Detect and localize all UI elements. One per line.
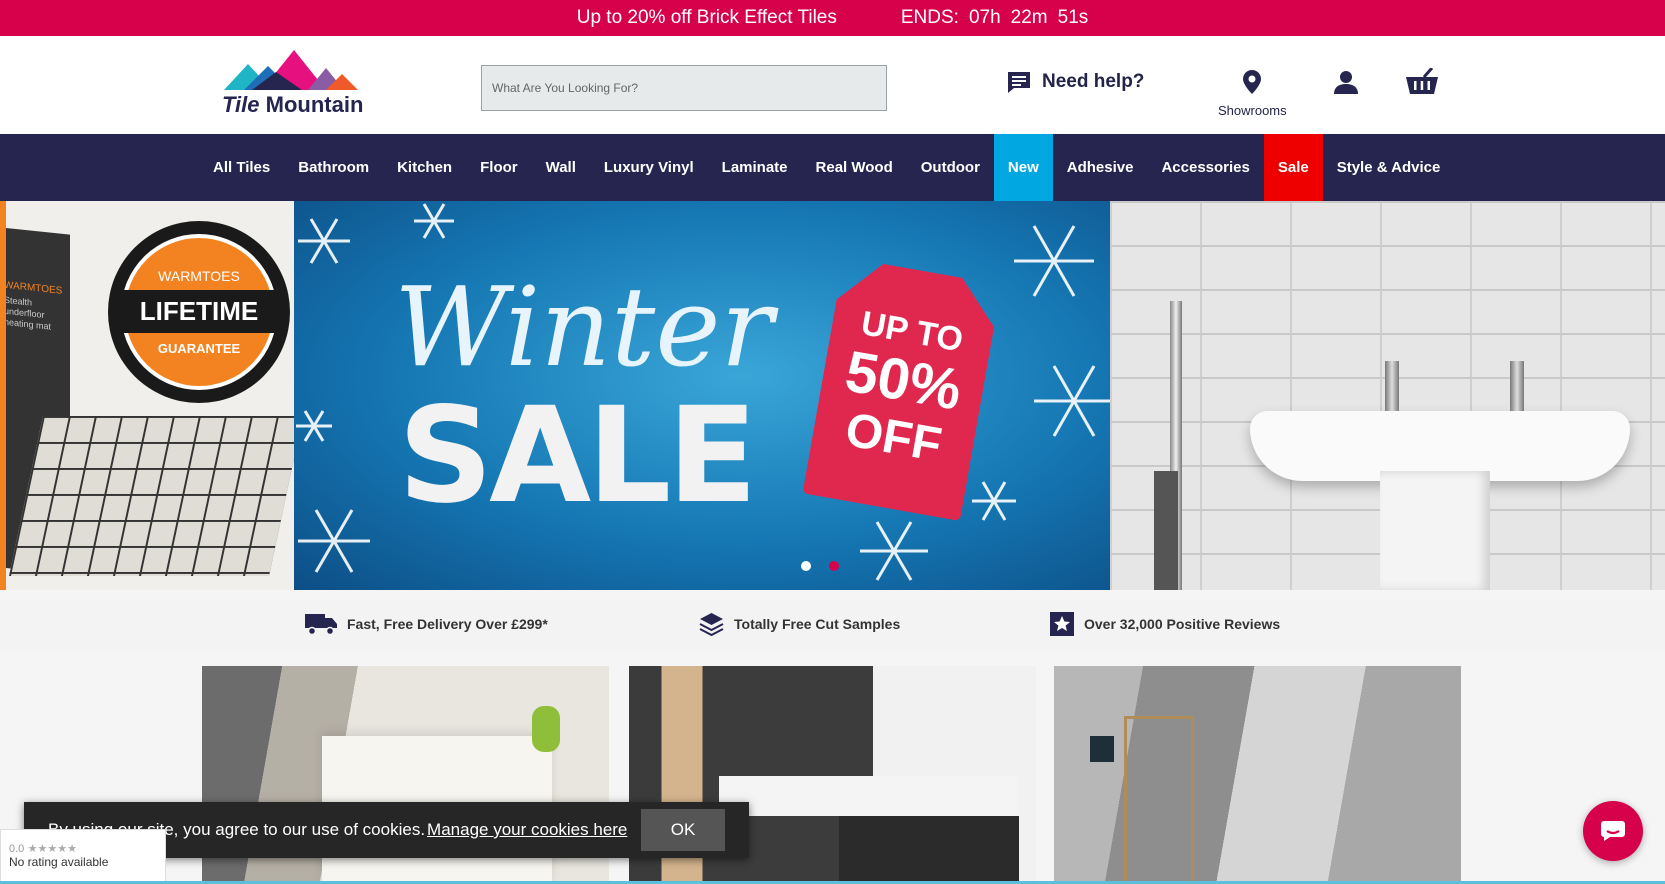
usp-samples[interactable]: Totally Free Cut Samples bbox=[699, 612, 900, 636]
promo-text[interactable]: Up to 20% off Brick Effect Tiles bbox=[577, 7, 837, 29]
main-nav: All Tiles Bathroom Kitchen Floor Wall Lu… bbox=[0, 134, 1665, 201]
nav-outdoor[interactable]: Outdoor bbox=[907, 134, 994, 201]
towel bbox=[1154, 471, 1178, 590]
pedestal bbox=[1380, 471, 1490, 590]
manage-cookies-link[interactable]: Manage your cookies here bbox=[427, 820, 627, 840]
need-help-label: Need help? bbox=[1042, 71, 1145, 92]
carousel-dots bbox=[801, 561, 839, 571]
badge-main: LIFETIME bbox=[113, 290, 285, 333]
slide-winter-sale[interactable]: Winter SALE UP TO 50% OFF bbox=[294, 201, 1110, 590]
countdown-label: ENDS: bbox=[900, 7, 959, 28]
usp-delivery[interactable]: Fast, Free Delivery Over £299* bbox=[305, 612, 548, 636]
nav-kitchen[interactable]: Kitchen bbox=[383, 134, 466, 201]
usp-bar: Fast, Free Delivery Over £299* Totally F… bbox=[0, 600, 1665, 652]
chat-bubble-icon bbox=[1601, 821, 1625, 841]
winter-script: Winter bbox=[394, 263, 774, 391]
user-icon bbox=[1334, 71, 1358, 94]
layers-icon bbox=[699, 613, 724, 636]
chat-icon bbox=[1008, 72, 1030, 93]
logo-text: Tile Mountain bbox=[222, 92, 364, 117]
box-text: Stealth underfloor heating mat bbox=[4, 294, 52, 332]
mountain-logo-icon bbox=[224, 50, 358, 90]
showrooms-link[interactable]: Showrooms bbox=[1218, 70, 1287, 118]
nav-real-wood[interactable]: Real Wood bbox=[802, 134, 907, 201]
need-help-link[interactable]: Need help? bbox=[1006, 70, 1144, 94]
usp-delivery-text: Fast, Free Delivery Over £299* bbox=[347, 616, 548, 632]
nav-laminate[interactable]: Laminate bbox=[708, 134, 802, 201]
kitchen-island bbox=[839, 816, 1019, 884]
countdown-hours: 07h bbox=[968, 7, 1001, 28]
category-tile-3[interactable] bbox=[1054, 666, 1461, 884]
pendant-light bbox=[1090, 736, 1114, 762]
nav-style-advice[interactable]: Style & Advice bbox=[1323, 134, 1455, 201]
rating-widget[interactable]: 0.0 ★★★★★ No rating available bbox=[0, 829, 166, 884]
sale-headline: SALE bbox=[398, 379, 758, 533]
nav-wall[interactable]: Wall bbox=[532, 134, 590, 201]
badge-brand: WARMTOES bbox=[158, 268, 240, 284]
truck-icon bbox=[305, 614, 337, 636]
nav-accessories[interactable]: Accessories bbox=[1147, 134, 1263, 201]
lifetime-badge: WARMTOES LIFETIME GUARANTEE bbox=[108, 221, 290, 403]
site-header: Tile Mountain Need help? Showrooms bbox=[0, 36, 1665, 134]
countdown-minutes: 22m bbox=[1010, 7, 1048, 28]
map-pin-icon bbox=[1243, 70, 1262, 94]
nav-all-tiles[interactable]: All Tiles bbox=[199, 134, 284, 201]
showrooms-label: Showrooms bbox=[1218, 103, 1287, 118]
hero-carousel[interactable]: WARMTOES Stealth underfloor heating mat … bbox=[0, 201, 1665, 590]
usp-samples-text: Totally Free Cut Samples bbox=[734, 616, 901, 632]
logo[interactable]: Tile Mountain bbox=[222, 50, 374, 120]
carousel-dot-2[interactable] bbox=[829, 561, 839, 571]
search-input[interactable] bbox=[481, 65, 887, 111]
nav-luxury-vinyl[interactable]: Luxury Vinyl bbox=[590, 134, 708, 201]
nav-bathroom[interactable]: Bathroom bbox=[284, 134, 383, 201]
heating-mat bbox=[8, 416, 294, 576]
slide-bathroom[interactable] bbox=[1110, 201, 1665, 590]
countdown-seconds: 51s bbox=[1057, 7, 1089, 28]
account-button[interactable] bbox=[1334, 70, 1358, 94]
slide-warmtoes[interactable]: WARMTOES Stealth underfloor heating mat … bbox=[0, 201, 294, 590]
carousel-dot-1[interactable] bbox=[801, 561, 811, 571]
countdown: ENDS: 07h 22m 51s bbox=[901, 7, 1088, 29]
basket-button[interactable] bbox=[1406, 68, 1438, 94]
rating-status: No rating available bbox=[9, 855, 109, 869]
tap-right bbox=[1510, 361, 1524, 411]
vase bbox=[532, 706, 560, 752]
cookie-ok-button[interactable]: OK bbox=[641, 809, 725, 851]
nav-sale[interactable]: Sale bbox=[1263, 134, 1323, 201]
badge-sub: GUARANTEE bbox=[157, 341, 241, 356]
star-icon bbox=[1050, 612, 1074, 636]
nav-adhesive[interactable]: Adhesive bbox=[1053, 134, 1148, 201]
chat-button[interactable] bbox=[1583, 801, 1643, 861]
nav-new[interactable]: New bbox=[993, 134, 1053, 201]
usp-reviews-text: Over 32,000 Positive Reviews bbox=[1084, 616, 1281, 632]
basket-icon bbox=[1406, 68, 1438, 94]
usp-reviews[interactable]: Over 32,000 Positive Reviews bbox=[1050, 612, 1280, 636]
rating-score: 0.0 bbox=[9, 843, 25, 855]
kitchen-island-top bbox=[719, 776, 1019, 816]
rating-stars: ★★★★★ bbox=[27, 843, 77, 855]
nav-floor[interactable]: Floor bbox=[466, 134, 532, 201]
tap-left bbox=[1385, 361, 1399, 411]
mirror bbox=[1124, 716, 1194, 884]
promo-bar[interactable]: Up to 20% off Brick Effect Tiles ENDS: 0… bbox=[0, 0, 1665, 36]
